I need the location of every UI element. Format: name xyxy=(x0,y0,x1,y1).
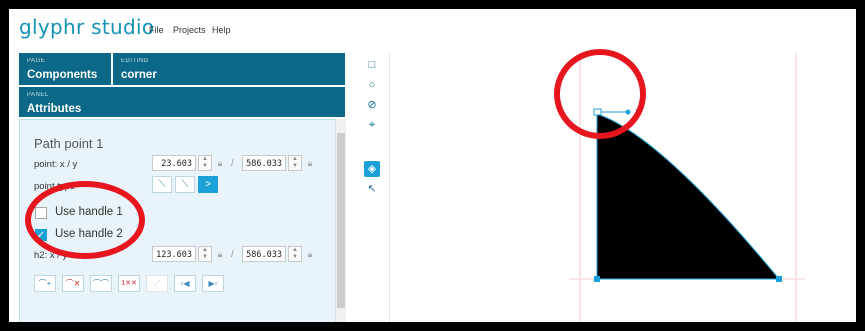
lock-icon[interactable]: 🔒︎ xyxy=(214,246,226,262)
point-2-marker[interactable] xyxy=(594,276,600,282)
rectangle-icon[interactable]: □ xyxy=(364,57,380,73)
arrow-icon[interactable]: ↖ xyxy=(364,181,380,197)
attributes-scrollbar[interactable] xyxy=(335,119,346,322)
h2-x-stepper[interactable]: ▲ ▼ xyxy=(198,246,212,262)
panel-caption: PANEL xyxy=(27,92,49,98)
point-3-marker[interactable] xyxy=(776,276,782,282)
corner-icon[interactable]: ⟍ xyxy=(152,176,172,193)
point-x-input[interactable]: 23.603 xyxy=(152,155,196,171)
page-selector[interactable]: PAGE Components xyxy=(19,53,111,85)
app-logo: glyphr studio xyxy=(19,15,155,39)
remove-overlap-icon[interactable]: 1✕✕ xyxy=(118,275,140,292)
annotation-circle-handles xyxy=(25,181,145,259)
insert-point-icon[interactable]: ⌒+ xyxy=(34,275,56,292)
point-y-input[interactable]: 586.033 xyxy=(242,155,286,171)
flat-icon[interactable]: ⟍ xyxy=(175,176,195,193)
move-right-icon[interactable]: ▶▫ xyxy=(202,275,224,292)
annotation-circle-canvas xyxy=(554,49,646,139)
h2-y-stepper[interactable]: ▲ ▼ xyxy=(288,246,302,262)
menu-file[interactable]: File xyxy=(149,25,164,35)
editing-caption: EDITING xyxy=(121,58,149,64)
editing-selector[interactable]: EDITING corner xyxy=(113,53,345,85)
h2-y-input[interactable]: 586.033 xyxy=(242,246,286,262)
lock-icon[interactable]: 🔒︎ xyxy=(304,155,316,171)
lock-icon[interactable]: 🔒︎ xyxy=(214,155,226,171)
lock-icon[interactable]: 🔒︎ xyxy=(304,246,316,262)
xy-separator: / xyxy=(231,158,234,169)
panel-selector[interactable]: PANEL Attributes xyxy=(19,87,345,117)
path-icon[interactable]: ⊘ xyxy=(364,97,380,113)
app-window: glyphr studio File Projects Help PAGE Co… xyxy=(9,9,856,322)
move-left-icon[interactable]: ▫◀ xyxy=(174,275,196,292)
top-bar: glyphr studio File Projects Help xyxy=(9,9,856,53)
page-caption: PAGE xyxy=(27,58,46,64)
point-x-stepper[interactable]: ▲ ▼ xyxy=(198,155,212,171)
symmetric-icon[interactable]: > xyxy=(198,176,218,193)
point-y-stepper[interactable]: ▲ ▼ xyxy=(288,155,302,171)
scrollbar-thumb[interactable] xyxy=(337,133,345,308)
pen-icon[interactable]: ⌖ xyxy=(364,117,380,133)
panel-name: Attributes xyxy=(27,103,82,115)
menu-projects[interactable]: Projects xyxy=(173,25,206,35)
xy-separator: / xyxy=(231,249,234,260)
editing-name: corner xyxy=(121,69,157,81)
oval-icon[interactable]: ○ xyxy=(364,77,380,93)
tool-bar: □ ○ ⊘ ⌖ ◈ ↖ xyxy=(360,53,382,322)
point-xy-label: point: x / y xyxy=(34,159,78,170)
reset-handles-icon[interactable]: ⌒⌒ xyxy=(90,275,112,292)
menu-help[interactable]: Help xyxy=(212,25,231,35)
pen-edit-icon[interactable]: ◈ xyxy=(364,161,380,177)
path-point-title: Path point 1 xyxy=(34,136,104,151)
glyph-shape[interactable] xyxy=(596,113,781,280)
page-name: Components xyxy=(27,69,98,81)
h2-x-input[interactable]: 123.603 xyxy=(152,246,196,262)
delete-point-icon[interactable]: ⌒✕ xyxy=(62,275,84,292)
line-icon: ⟋ xyxy=(146,275,168,292)
